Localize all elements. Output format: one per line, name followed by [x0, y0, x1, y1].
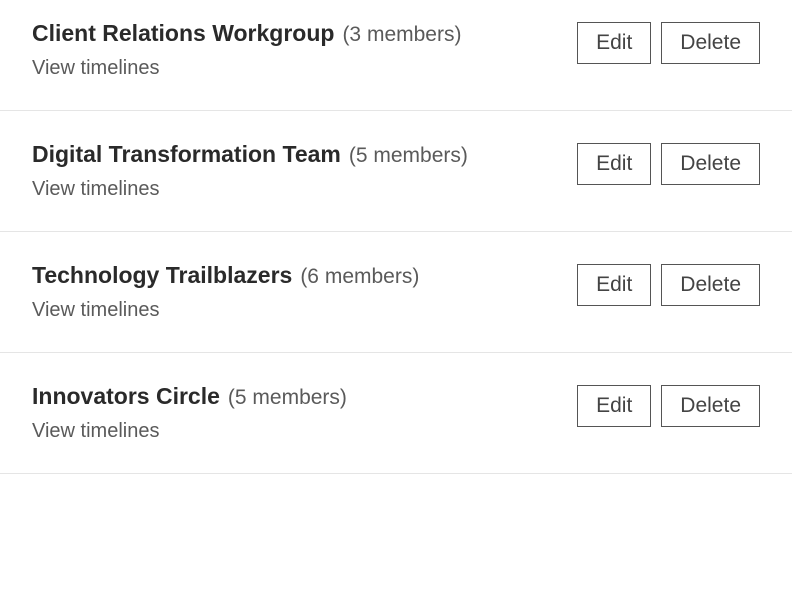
group-actions: Edit Delete	[577, 143, 760, 185]
group-name: Digital Transformation Team	[32, 141, 341, 168]
group-list: Client Relations Workgroup (3 members) V…	[0, 0, 792, 474]
delete-button[interactable]: Delete	[661, 143, 760, 185]
group-name: Technology Trailblazers	[32, 262, 292, 289]
edit-button[interactable]: Edit	[577, 264, 651, 306]
group-name: Client Relations Workgroup	[32, 20, 334, 47]
group-actions: Edit Delete	[577, 22, 760, 64]
group-item: Technology Trailblazers (6 members) View…	[0, 232, 792, 353]
view-timelines-link[interactable]: View timelines	[32, 420, 159, 443]
view-timelines-link[interactable]: View timelines	[32, 178, 159, 201]
group-item: Client Relations Workgroup (3 members) V…	[0, 0, 792, 111]
group-actions: Edit Delete	[577, 264, 760, 306]
group-item: Digital Transformation Team (5 members) …	[0, 111, 792, 232]
delete-button[interactable]: Delete	[661, 385, 760, 427]
group-item: Innovators Circle (5 members) View timel…	[0, 353, 792, 474]
delete-button[interactable]: Delete	[661, 264, 760, 306]
group-title-row: Digital Transformation Team (5 members)	[32, 141, 577, 168]
group-members-count: (3 members)	[342, 23, 461, 47]
group-title-row: Technology Trailblazers (6 members)	[32, 262, 577, 289]
edit-button[interactable]: Edit	[577, 143, 651, 185]
group-info: Digital Transformation Team (5 members) …	[32, 141, 577, 201]
group-actions: Edit Delete	[577, 385, 760, 427]
edit-button[interactable]: Edit	[577, 22, 651, 64]
group-info: Client Relations Workgroup (3 members) V…	[32, 20, 577, 80]
delete-button[interactable]: Delete	[661, 22, 760, 64]
group-name: Innovators Circle	[32, 383, 220, 410]
group-members-count: (5 members)	[349, 144, 468, 168]
group-info: Innovators Circle (5 members) View timel…	[32, 383, 577, 443]
group-title-row: Innovators Circle (5 members)	[32, 383, 577, 410]
edit-button[interactable]: Edit	[577, 385, 651, 427]
view-timelines-link[interactable]: View timelines	[32, 299, 159, 322]
group-members-count: (6 members)	[300, 265, 419, 289]
group-info: Technology Trailblazers (6 members) View…	[32, 262, 577, 322]
view-timelines-link[interactable]: View timelines	[32, 57, 159, 80]
group-members-count: (5 members)	[228, 386, 347, 410]
group-title-row: Client Relations Workgroup (3 members)	[32, 20, 577, 47]
